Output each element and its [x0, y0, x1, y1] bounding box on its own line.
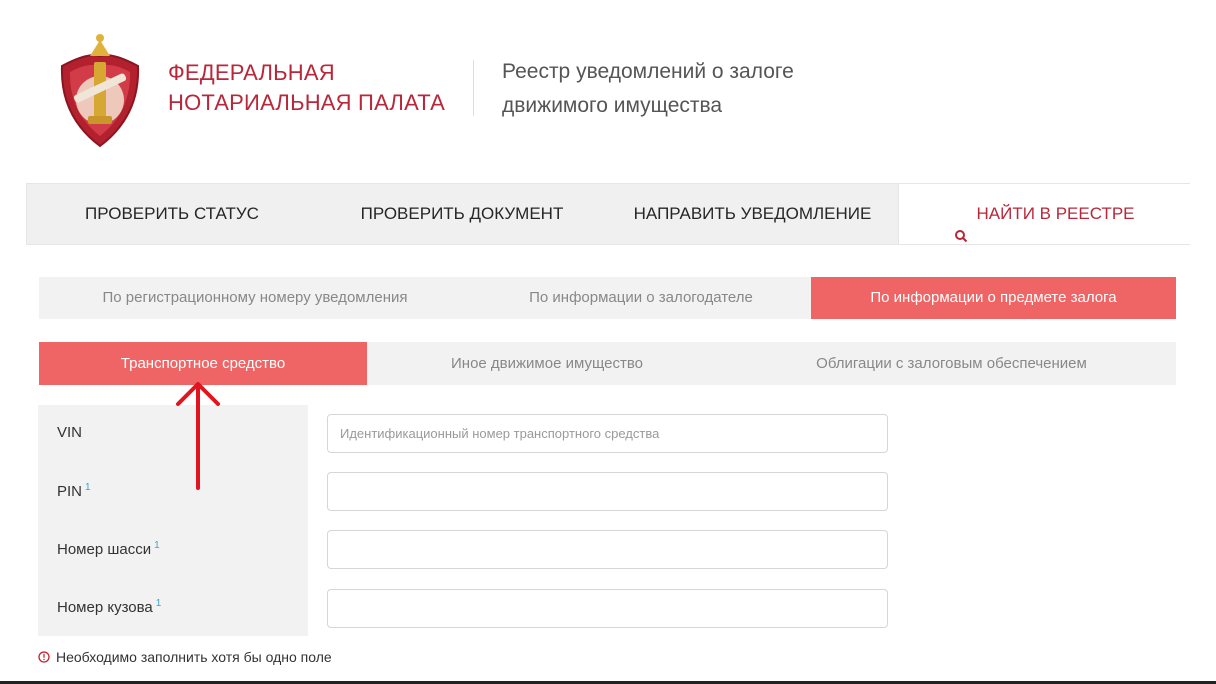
tab-by-pledgor[interactable]: По информации о залогодателе: [471, 277, 811, 319]
chassis-number-label: Номер шасси 1: [57, 540, 160, 558]
registry-title-line2: движимого имущества: [502, 94, 723, 117]
main-nav: ПРОВЕРИТЬ СТАТУС ПРОВЕРИТЬ ДОКУМЕНТ НАПР…: [26, 183, 1190, 245]
search-type-tabs: По регистрационному номеру уведомления П…: [39, 277, 1176, 319]
chassis-number-input[interactable]: [327, 530, 888, 569]
org-name-line2: НОТАРИАЛЬНАЯ ПАЛАТА: [168, 90, 446, 115]
vin-label: VIN: [57, 424, 83, 441]
body-number-label: Номер кузова 1: [57, 598, 162, 616]
tab-secured-bonds[interactable]: Облигации с залоговым обеспечением: [727, 342, 1176, 385]
nav-check-status[interactable]: ПРОВЕРИТЬ СТАТУС: [27, 184, 317, 244]
header-divider: [473, 60, 474, 116]
required-field-note-text: Необходимо заполнить хотя бы одно поле: [56, 649, 332, 665]
vin-input[interactable]: [327, 414, 888, 453]
search-icon: [954, 208, 968, 242]
pin-label: PIN 1: [57, 482, 91, 500]
nav-find-in-registry-label: НАЙТИ В РЕЕСТРЕ: [976, 204, 1135, 223]
nav-find-in-registry[interactable]: НАЙТИ В РЕЕСТРЕ: [898, 184, 1190, 244]
footnote-marker: 1: [155, 598, 162, 609]
nav-send-notification[interactable]: НАПРАВИТЬ УВЕДОМЛЕНИЕ: [607, 184, 898, 244]
body-number-input[interactable]: [327, 589, 888, 628]
footnote-marker: 1: [85, 482, 91, 493]
org-name: ФЕДЕРАЛЬНАЯ НОТАРИАЛЬНАЯ ПАЛАТА: [168, 58, 445, 118]
pin-input[interactable]: [327, 472, 888, 511]
annotation-arrow-up-icon: [170, 378, 228, 490]
nav-check-document[interactable]: ПРОВЕРИТЬ ДОКУМЕНТ: [317, 184, 607, 244]
tab-other-movable-property[interactable]: Иное движимое имущество: [367, 342, 727, 385]
tab-by-registration-number[interactable]: По регистрационному номеру уведомления: [39, 277, 471, 319]
required-field-note: Необходимо заполнить хотя бы одно поле: [38, 649, 332, 665]
registry-title-line1: Реестр уведомлений о залоге: [502, 60, 794, 83]
info-icon: [38, 650, 50, 663]
tab-by-pledge-subject[interactable]: По информации о предмете залога: [811, 277, 1176, 319]
footnote-marker: 1: [154, 540, 160, 551]
fnp-emblem-logo: [52, 26, 148, 150]
org-name-line1: ФЕДЕРАЛЬНАЯ: [168, 60, 335, 85]
registry-title: Реестр уведомлений о залоге движимого им…: [502, 55, 794, 123]
